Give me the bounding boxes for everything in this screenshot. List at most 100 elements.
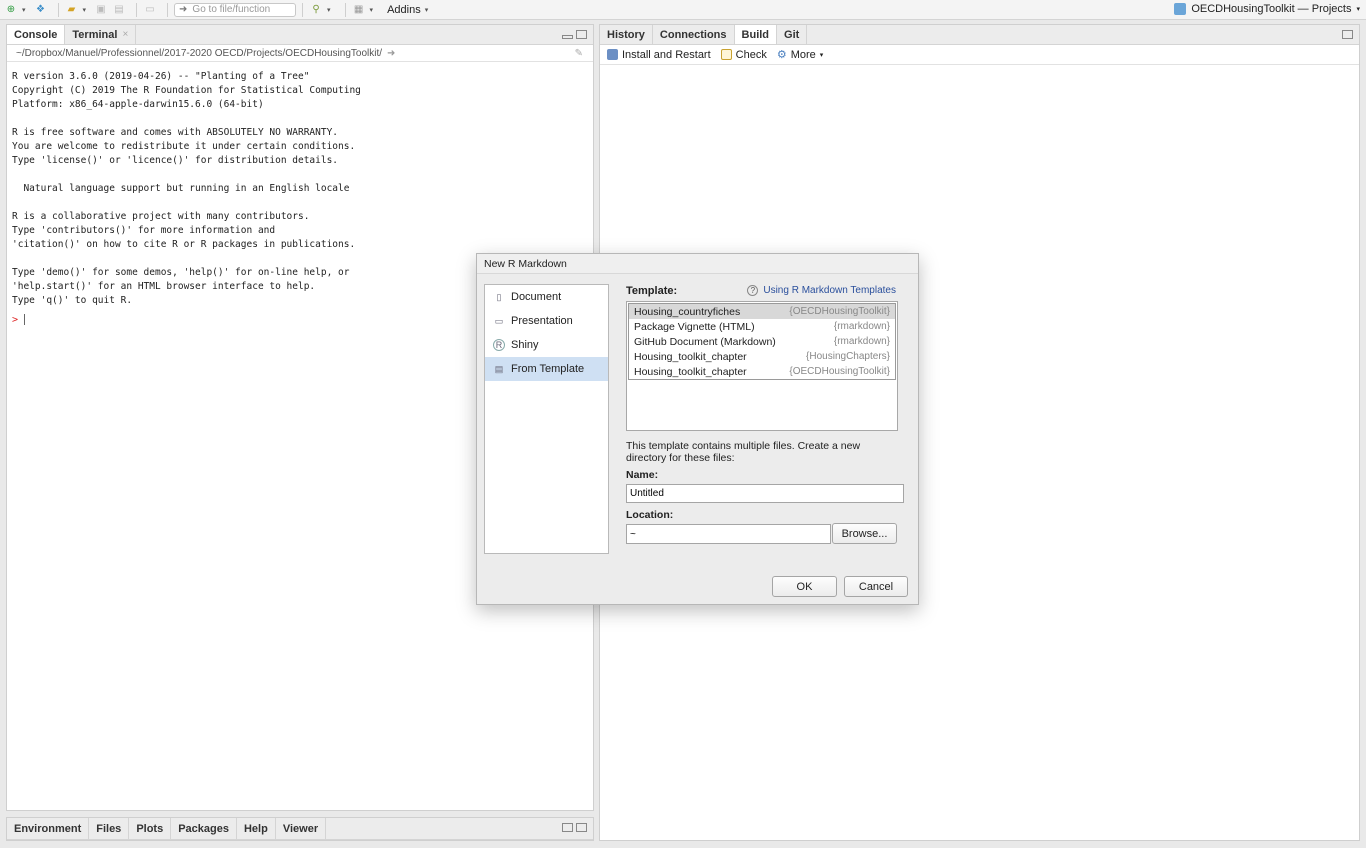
- check-button[interactable]: Check: [720, 48, 767, 61]
- new-rmarkdown-dialog: New R Markdown ▯ Document ▭ Presentation…: [476, 253, 919, 605]
- gear-icon: ⚙: [776, 49, 787, 61]
- goto-file-input[interactable]: ➜ Go to file/function: [174, 2, 297, 17]
- save-icon[interactable]: ▣: [94, 3, 108, 17]
- window-controls: [562, 823, 587, 832]
- layout-caret-icon[interactable]: ▾: [370, 6, 374, 14]
- console-line: R is free software and comes with ABSOLU…: [12, 127, 339, 138]
- console-line: Natural language support but running in …: [12, 183, 350, 194]
- tab-connections[interactable]: Connections: [653, 25, 735, 44]
- template-name: Housing_toolkit_chapter: [634, 365, 747, 378]
- tab-environment-label: Environment: [14, 822, 82, 835]
- console-line: R version 3.6.0 (2019-04-26) -- "Plantin…: [12, 71, 310, 82]
- name-field[interactable]: [626, 484, 904, 503]
- environment-tabbar: Environment Files Plots Packages Help Vi…: [7, 818, 593, 840]
- chevron-down-icon: ▾: [819, 51, 824, 59]
- template-package: {OECDHousingToolkit}: [789, 306, 890, 317]
- document-icon: ▯: [496, 291, 502, 302]
- minimize-icon[interactable]: [562, 35, 573, 39]
- type-item-shiny[interactable]: R Shiny: [485, 333, 608, 357]
- toolbar-divider: [302, 2, 304, 17]
- tab-packages[interactable]: Packages: [171, 818, 237, 839]
- tab-terminal[interactable]: Terminal ×: [65, 25, 137, 44]
- maximize-icon[interactable]: [1342, 30, 1353, 39]
- templates-help-label: Using R Markdown Templates: [763, 285, 896, 296]
- console-line: You are welcome to redistribute it under…: [12, 141, 356, 152]
- environment-pane: Environment Files Plots Packages Help Vi…: [6, 817, 594, 841]
- template-row[interactable]: Housing_toolkit_chapter {HousingChapters…: [629, 349, 895, 364]
- tab-files[interactable]: Files: [89, 818, 130, 839]
- maximize-icon[interactable]: [576, 823, 587, 832]
- git-icon[interactable]: ⚲: [309, 3, 323, 17]
- prompt-symbol: >: [12, 314, 19, 326]
- multi-file-note: This template contains multiple files. C…: [626, 440, 861, 464]
- type-item-label: Shiny: [511, 339, 539, 351]
- open-file-caret-icon[interactable]: ▾: [83, 6, 87, 14]
- ok-button[interactable]: OK: [772, 576, 837, 597]
- toolbar-divider: [57, 2, 59, 17]
- more-label: More: [790, 48, 816, 61]
- console-line: Copyright (C) 2019 The R Foundation for …: [12, 85, 361, 96]
- more-menu[interactable]: ⚙ More ▾: [776, 48, 824, 62]
- tab-build[interactable]: Build: [734, 25, 778, 44]
- tab-files-label: Files: [96, 822, 122, 835]
- window-controls: [1342, 30, 1353, 39]
- cancel-button[interactable]: Cancel: [844, 576, 908, 597]
- git-caret-icon[interactable]: ▾: [327, 6, 331, 14]
- project-caret-icon: ▾: [1356, 6, 1360, 13]
- console-line: 'citation()' on how to cite R or R packa…: [12, 239, 356, 250]
- type-item-label: Presentation: [511, 315, 573, 327]
- clear-console-icon[interactable]: ✎: [575, 48, 583, 59]
- goto-directory-icon[interactable]: ➜: [387, 48, 395, 59]
- main-toolbar: ⊕ ▾ ❖ ▰ ▾ ▣ ▤ ▭ ➜ Go to file/function ⚲ …: [0, 0, 1366, 20]
- checklist-icon: [720, 49, 732, 60]
- browse-button[interactable]: Browse...: [832, 523, 897, 544]
- new-file-caret-icon[interactable]: ▾: [22, 6, 26, 14]
- restore-icon[interactable]: [562, 823, 573, 832]
- window-controls: [562, 30, 587, 39]
- tab-git-label: Git: [784, 28, 800, 41]
- template-row[interactable]: GitHub Document (Markdown) {rmarkdown}: [629, 334, 895, 349]
- build-toolbar: Install and Restart Check ⚙ More ▾: [600, 45, 1359, 65]
- close-icon[interactable]: ×: [122, 29, 128, 40]
- new-project-icon[interactable]: ❖: [34, 3, 48, 17]
- tab-viewer[interactable]: Viewer: [276, 818, 327, 839]
- type-item-presentation[interactable]: ▭ Presentation: [485, 309, 608, 333]
- working-directory[interactable]: ~/Dropbox/Manuel/Professionnel/2017-2020…: [16, 48, 382, 59]
- grid-layout-icon[interactable]: ▦: [352, 3, 366, 17]
- console-line: Platform: x86_64-apple-darwin15.6.0 (64-…: [12, 99, 264, 110]
- template-list: Housing_countryfiches {OECDHousingToolki…: [626, 301, 898, 431]
- type-item-document[interactable]: ▯ Document: [485, 285, 608, 309]
- project-menu[interactable]: OECDHousingToolkit — Projects ▾: [1174, 3, 1360, 15]
- type-item-from-template[interactable]: ▤ From Template: [485, 357, 608, 381]
- new-file-icon[interactable]: ⊕: [4, 3, 18, 17]
- template-row[interactable]: Housing_countryfiches {OECDHousingToolki…: [629, 304, 895, 319]
- tab-git[interactable]: Git: [777, 25, 808, 44]
- location-field[interactable]: [626, 524, 831, 544]
- shiny-icon: R: [493, 339, 505, 351]
- template-row[interactable]: Package Vignette (HTML) {rmarkdown}: [629, 319, 895, 334]
- check-label: Check: [735, 48, 767, 61]
- hammer-icon: [607, 49, 618, 60]
- tab-console[interactable]: Console: [7, 25, 66, 44]
- template-row[interactable]: Housing_toolkit_chapter {OECDHousingTool…: [629, 364, 895, 379]
- tab-history[interactable]: History: [600, 25, 653, 44]
- addins-caret-icon[interactable]: ▾: [425, 6, 429, 14]
- name-label: Name:: [626, 469, 659, 481]
- maximize-icon[interactable]: [576, 30, 587, 39]
- type-item-label: Document: [511, 291, 562, 303]
- templates-help-link[interactable]: ? Using R Markdown Templates: [747, 285, 896, 296]
- template-package: {rmarkdown}: [833, 321, 890, 332]
- open-file-icon[interactable]: ▰: [65, 3, 79, 17]
- tab-plots[interactable]: Plots: [129, 818, 172, 839]
- tab-console-label: Console: [14, 28, 58, 41]
- tab-help[interactable]: Help: [237, 818, 276, 839]
- addins-menu[interactable]: Addins: [387, 4, 421, 16]
- tab-connections-label: Connections: [659, 28, 727, 41]
- save-all-icon[interactable]: ▤: [112, 3, 126, 17]
- text-cursor: [24, 314, 26, 325]
- print-icon[interactable]: ▭: [143, 3, 157, 17]
- install-restart-button[interactable]: Install and Restart: [607, 49, 711, 61]
- location-label: Location:: [626, 509, 674, 521]
- tab-environment[interactable]: Environment: [7, 818, 90, 839]
